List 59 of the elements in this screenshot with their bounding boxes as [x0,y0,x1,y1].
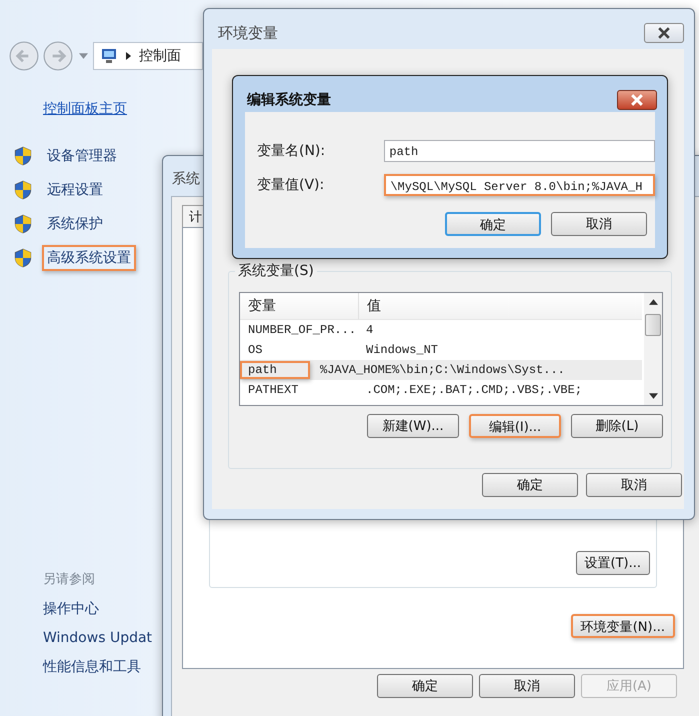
shield-icon [14,146,32,166]
dialog-button[interactable]: 确定 [377,674,473,698]
field-label: 变量值(V): [257,176,326,194]
home-link[interactable]: 控制面板主页 [43,100,127,118]
window-title: 环境变量 [218,24,278,42]
shield-icon [14,214,32,234]
dialog-button[interactable]: 确定 [482,473,578,497]
action-button[interactable]: 编辑(I)... [469,414,561,438]
list-row[interactable]: PATHEXT .COM;.EXE;.BAT;.CMD;.VBS;.VBE; [240,380,642,400]
dialog-title: 编辑系统变量 [247,91,331,109]
action-button[interactable]: 删除(L) [571,414,663,438]
breadcrumb[interactable]: 控制面 [139,47,181,65]
close-icon [658,27,670,39]
variable-name: path [240,361,310,379]
variable-name: OS [247,343,264,357]
close-button[interactable] [644,23,684,43]
input-field[interactable]: \MySQL\MySQL Server 8.0\bin;%JAVA_H [384,174,655,196]
action-button[interactable]: 新建(W)... [367,414,459,438]
see-also-link[interactable]: 操作中心 [43,600,152,618]
task-link[interactable]: 设备管理器 [42,143,122,169]
scrollbar[interactable] [644,293,662,405]
task-link[interactable]: 远程设置 [42,177,108,203]
variable-value: 4 [365,323,374,337]
shield-icon [14,248,32,268]
column-header[interactable]: 变量 [240,297,358,315]
close-icon [631,94,643,106]
list-row[interactable]: OS Windows_NT [240,340,642,360]
dropdown-icon[interactable] [79,53,88,59]
shield-icon [14,180,32,200]
variable-value: %JAVA_HOME%\bin;C:\Windows\Syst... [319,363,565,377]
see-also-link[interactable]: 性能信息和工具 [43,658,152,676]
dialog-button[interactable]: 取消 [586,473,682,497]
variable-value: .COM;.EXE;.BAT;.CMD;.VBS;.VBE; [365,383,582,397]
dialog-button[interactable]: 取消 [479,674,575,698]
scroll-down-icon[interactable] [648,393,658,399]
group-label: 系统变量(S) [235,262,317,280]
variable-name: PATHEXT [247,383,300,397]
scroll-up-icon[interactable] [648,299,658,305]
close-button[interactable] [617,90,657,110]
chevron-icon [126,52,131,60]
settings-button[interactable]: 设置(T)... [576,551,650,575]
variable-name: NUMBER_OF_PR... [247,323,358,337]
environment-variables-button[interactable]: 环境变量(N)... [570,614,675,638]
field-label: 变量名(N): [257,142,326,160]
list-row[interactable]: NUMBER_OF_PR... 4 [240,320,642,340]
computer-icon [100,48,118,64]
column-header[interactable]: 值 [358,293,381,319]
variable-value: Windows_NT [365,343,438,357]
dialog-button[interactable]: 确定 [445,212,541,236]
task-link[interactable]: 高级系统设置 [42,245,136,271]
address-bar[interactable]: 控制面 [93,42,203,70]
window-title: 系统 [172,170,200,188]
list-row[interactable]: path %JAVA_HOME%\bin;C:\Windows\Syst... [240,360,642,380]
dialog-button[interactable]: 取消 [551,212,647,236]
input-field[interactable]: path [384,140,655,162]
task-link[interactable]: 系统保护 [42,211,108,237]
scroll-thumb[interactable] [645,314,661,336]
see-also-heading: 另请参阅 [43,571,96,588]
see-also-link[interactable]: Windows Updat [43,630,152,646]
